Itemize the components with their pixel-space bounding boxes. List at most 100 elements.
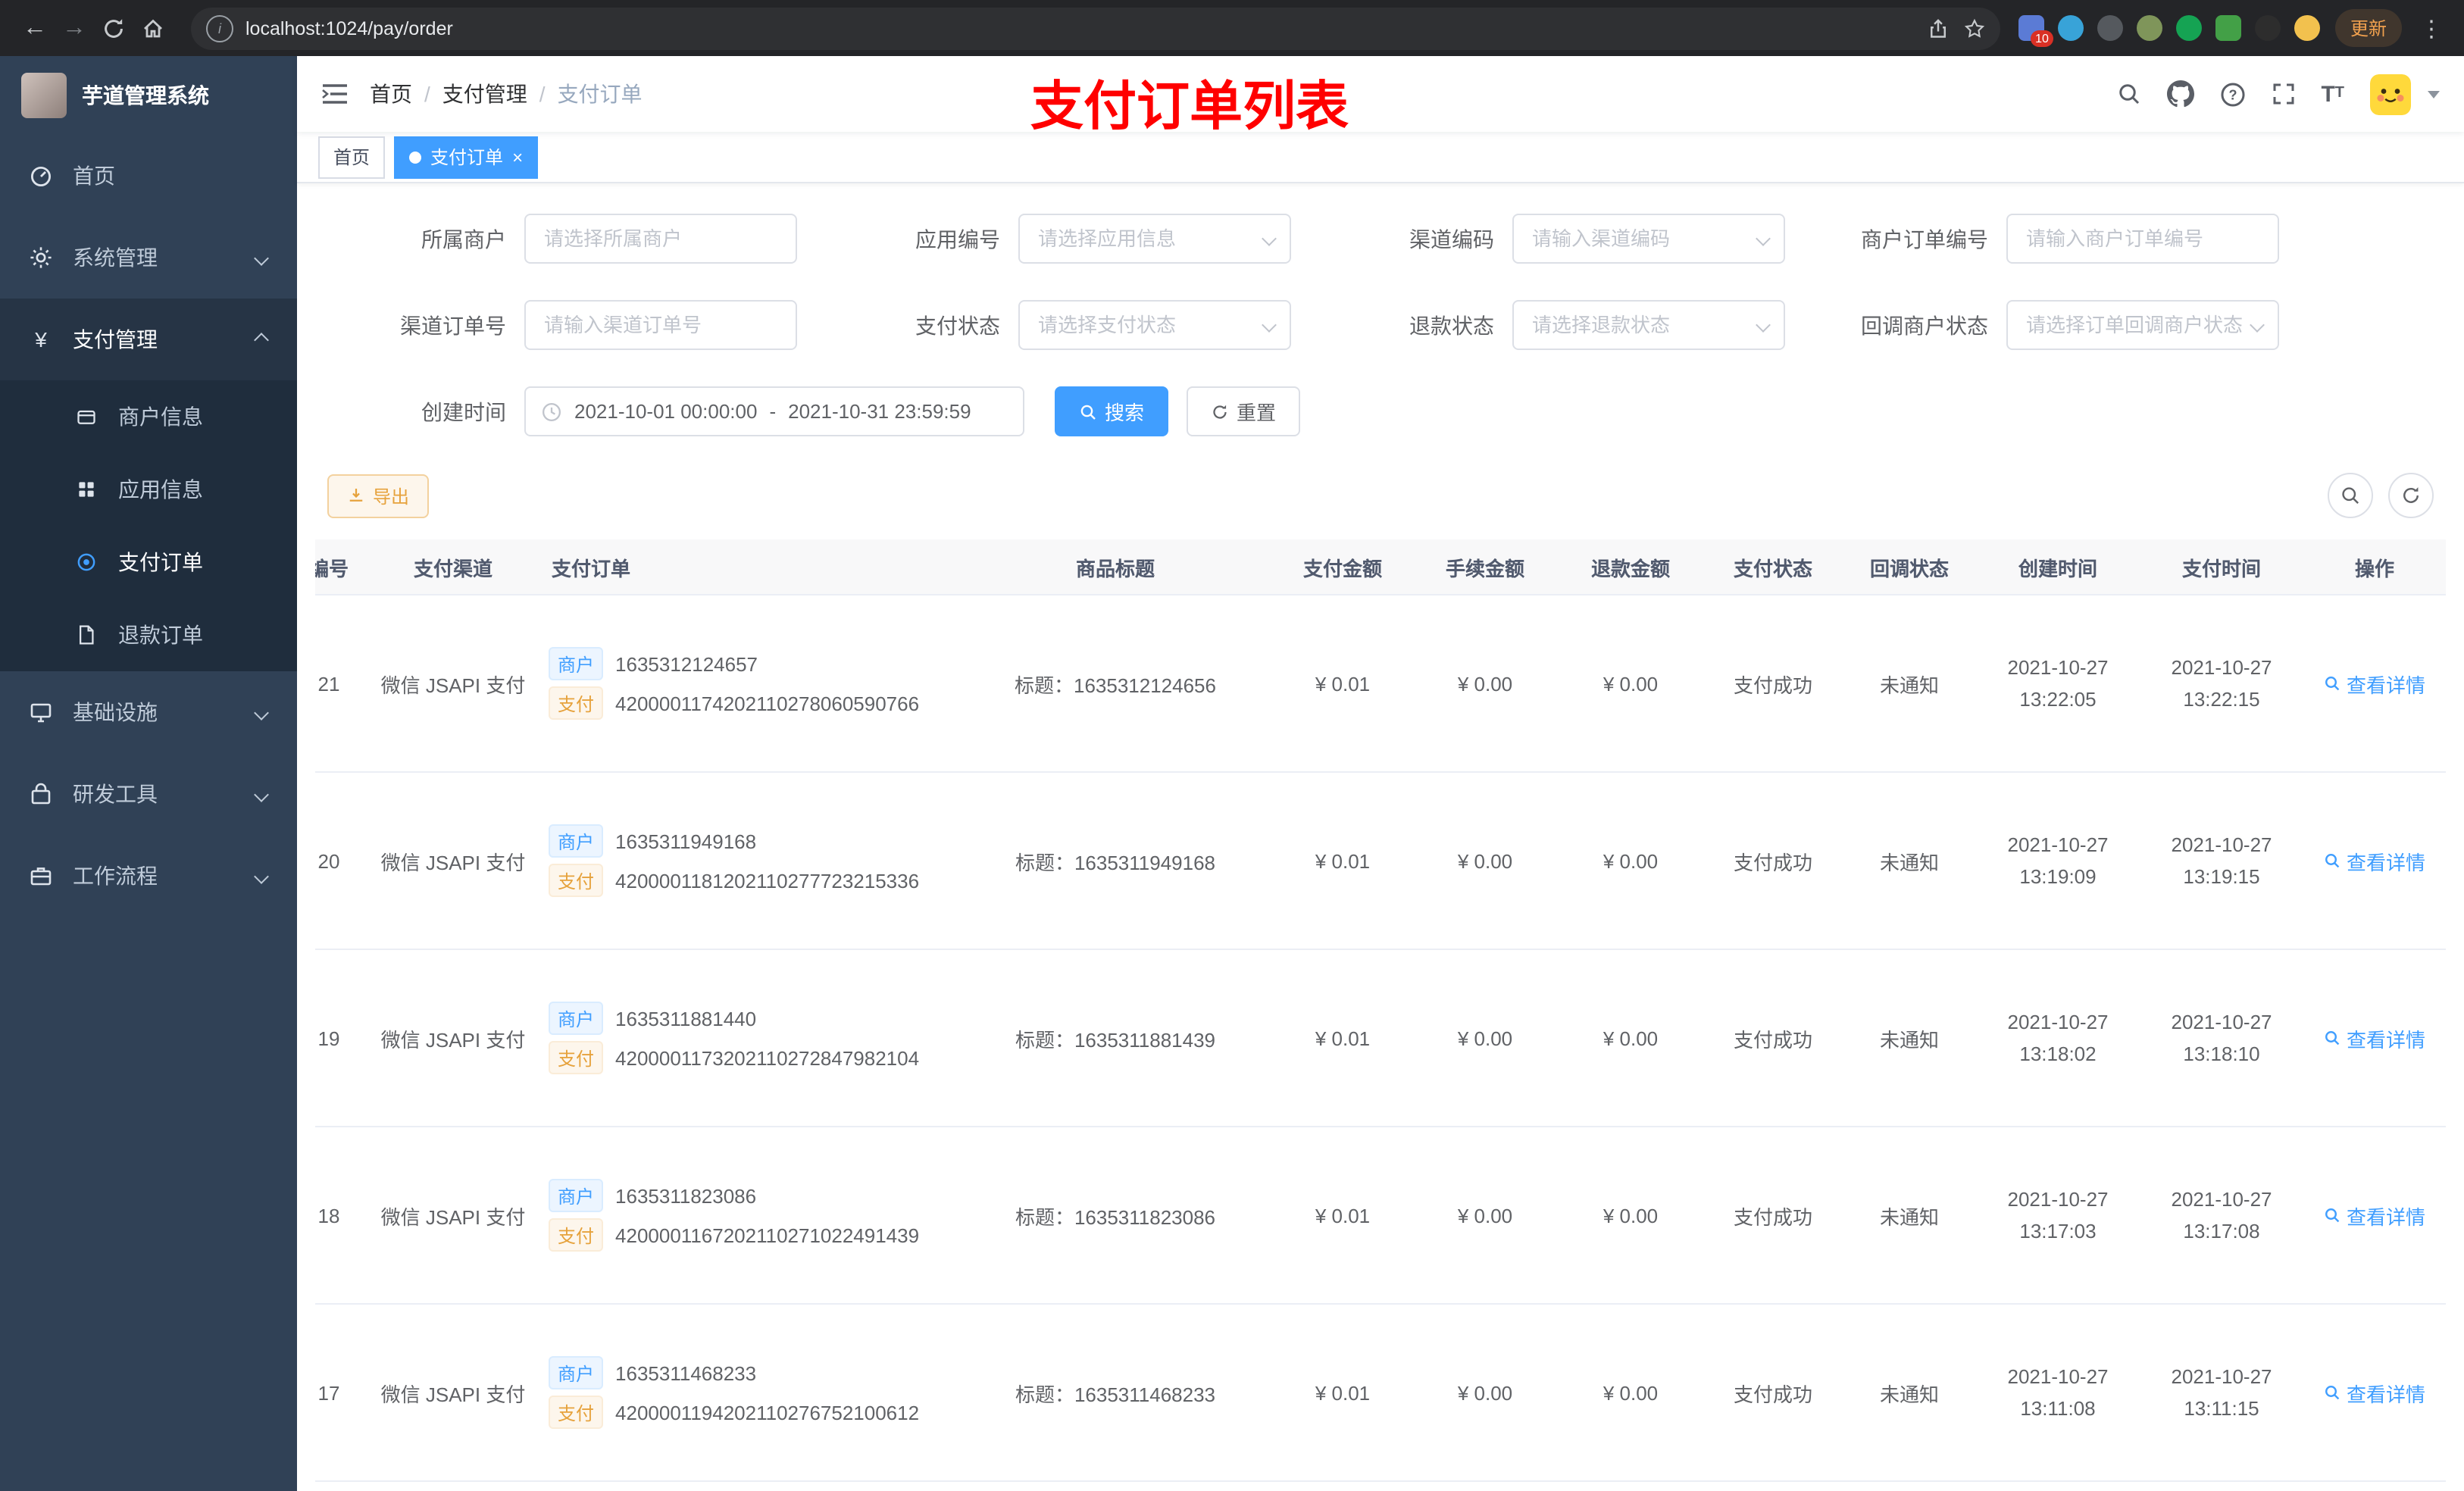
toggle-search-button[interactable]	[2328, 473, 2373, 518]
table-row: 20 微信 JSAPI 支付 商户 1635311949168 支付 4200001181…	[315, 772, 2446, 950]
sidebar-item-refund-order[interactable]: 退款订单	[0, 599, 297, 671]
view-detail-link[interactable]: 查看详情	[2324, 1378, 2425, 1407]
breadcrumb-home[interactable]: 首页	[370, 79, 412, 109]
date-range-input[interactable]: 2021-10-01 00:00:00 - 2021-10-31 23:59:5…	[524, 386, 1024, 436]
pay-channel: 微信 JSAPI 支付	[364, 772, 543, 950]
app-select[interactable]	[1035, 226, 1274, 252]
search-button[interactable]: 搜索	[1055, 386, 1169, 436]
table-toolbar: 导出	[297, 473, 2464, 518]
merchant-tag: 商户	[549, 1002, 604, 1035]
sidebar-item-label: 应用信息	[118, 477, 203, 502]
app-title: 芋道管理系统	[82, 83, 209, 108]
monitor-icon	[27, 700, 55, 724]
pay-tag: 支付	[549, 1396, 604, 1429]
fee-amount: ¥ 0.00	[1412, 595, 1558, 773]
view-detail-link[interactable]: 查看详情	[2324, 669, 2425, 698]
fullscreen-icon[interactable]	[2271, 82, 2295, 106]
chrome-update-button[interactable]: 更新	[2334, 9, 2402, 47]
channel-order-no-input[interactable]	[541, 312, 780, 338]
fee-amount: ¥ 0.00	[1412, 1127, 1558, 1305]
chevron-up-icon	[254, 333, 269, 348]
pay-amount: ¥ 0.01	[1273, 772, 1412, 950]
sidebar-item-home[interactable]: 首页	[0, 135, 297, 217]
view-detail-link[interactable]: 查看详情	[2324, 1201, 2425, 1230]
site-info-icon[interactable]: i	[206, 14, 233, 42]
merchant-order-no-input[interactable]	[2023, 226, 2262, 252]
reset-button[interactable]: 重置	[1187, 386, 1301, 436]
search-icon[interactable]	[2116, 82, 2140, 106]
tab-pay-order[interactable]: 支付订单 ×	[394, 136, 539, 178]
sidebar-item-payment[interactable]: ¥ 支付管理	[0, 299, 297, 380]
create-time: 2021-10-27 13:18:02	[1976, 949, 2140, 1127]
pay-status-select[interactable]	[1035, 312, 1274, 338]
sidebar-item-infra[interactable]: 基础设施	[0, 671, 297, 753]
share-icon[interactable]	[1928, 17, 1949, 39]
gear-icon	[27, 245, 55, 270]
view-detail-link[interactable]: 查看详情	[2324, 846, 2425, 875]
export-button[interactable]: 导出	[327, 474, 430, 517]
view-detail-link[interactable]: 查看详情	[2324, 1024, 2425, 1052]
navbar-actions: ? TT	[2116, 73, 2440, 114]
pay-tag: 支付	[549, 686, 604, 720]
refresh-table-button[interactable]	[2388, 473, 2434, 518]
column-header: 支付订单	[543, 539, 958, 595]
extension-icon[interactable]	[2097, 15, 2123, 41]
fee-amount: ¥ 0.00	[1412, 949, 1558, 1127]
sidebar-item-merchant-info[interactable]: 商户信息	[0, 380, 297, 453]
order-id: 18	[315, 1127, 364, 1305]
channel-code-input[interactable]	[1529, 226, 1768, 252]
notify-status: 未通知	[1843, 772, 1976, 950]
notify-status-select[interactable]	[2023, 312, 2262, 338]
sidebar-item-pay-order[interactable]: 支付订单	[0, 526, 297, 599]
pay-time	[2140, 1481, 2303, 1491]
extension-icon[interactable]	[2294, 15, 2320, 41]
pay-order-no: 商户 1635312124657 支付 42000011742021102780605…	[543, 595, 958, 773]
refund-amount: ¥ 0.00	[1558, 1304, 1703, 1482]
hamburger-icon[interactable]	[321, 82, 349, 106]
refund-status-select[interactable]	[1529, 312, 1768, 338]
merchant-select[interactable]	[541, 226, 780, 252]
home-icon[interactable]	[133, 8, 173, 48]
channel-pay-no: 4200001181202110277723215336	[615, 869, 920, 892]
extension-icon[interactable]	[2254, 15, 2281, 41]
forward-icon[interactable]: →	[55, 8, 94, 48]
extension-puzzle-icon[interactable]: 10	[2018, 15, 2053, 47]
refund-amount	[1558, 1481, 1703, 1491]
bookmark-star-icon[interactable]	[1964, 17, 1985, 39]
font-size-icon[interactable]: TT	[2321, 83, 2344, 105]
filter-channel-order-no: 渠道订单号	[327, 300, 821, 350]
url-bar[interactable]: i localhost:1024/pay/order	[191, 7, 2000, 49]
extension-icon[interactable]	[2136, 15, 2162, 41]
breadcrumb-pay-mgmt[interactable]: 支付管理	[442, 79, 527, 109]
reload-icon[interactable]	[94, 8, 133, 48]
back-icon[interactable]: ←	[15, 8, 55, 48]
avatar-caret-icon[interactable]	[2428, 90, 2440, 98]
merchant-order-no: 1635311949168	[615, 830, 757, 852]
merchant-tag: 商户	[549, 1356, 604, 1389]
tab-close-icon[interactable]: ×	[512, 148, 523, 166]
actions-cell: 查看详情	[2303, 1127, 2446, 1305]
extension-icon[interactable]	[2057, 15, 2084, 41]
sidebar-item-workflow[interactable]: 工作流程	[0, 835, 297, 917]
sidebar-item-dev-tools[interactable]: 研发工具	[0, 753, 297, 835]
breadcrumb-separator: /	[424, 82, 430, 106]
navbar: 首页 / 支付管理 / 支付订单 支付订单列表 ? T T	[297, 56, 2464, 136]
sidebar-item-label: 支付订单	[118, 550, 203, 574]
browser-menu-icon[interactable]: ⋮	[2414, 14, 2449, 42]
refund-amount: ¥ 0.00	[1558, 772, 1703, 950]
date-separator: -	[769, 400, 777, 423]
filter-channel-code: 渠道编码	[1315, 214, 1809, 264]
sidebar-item-system[interactable]: 系统管理	[0, 217, 297, 299]
chevron-down-icon	[254, 787, 269, 802]
extension-icon[interactable]	[2215, 15, 2241, 41]
user-avatar[interactable]	[2370, 73, 2411, 114]
sidebar-item-app-info[interactable]: 应用信息	[0, 453, 297, 526]
column-header: 支付渠道	[364, 539, 543, 595]
pay-channel: 微信 JSAPI 支付	[364, 1127, 543, 1305]
extension-icon[interactable]	[2175, 15, 2202, 41]
order-id: 21	[315, 595, 364, 773]
github-icon[interactable]	[2166, 80, 2194, 108]
pay-status: 支付成功	[1703, 949, 1843, 1127]
help-icon[interactable]: ?	[2219, 81, 2245, 107]
tab-home[interactable]: 首页	[318, 136, 386, 178]
